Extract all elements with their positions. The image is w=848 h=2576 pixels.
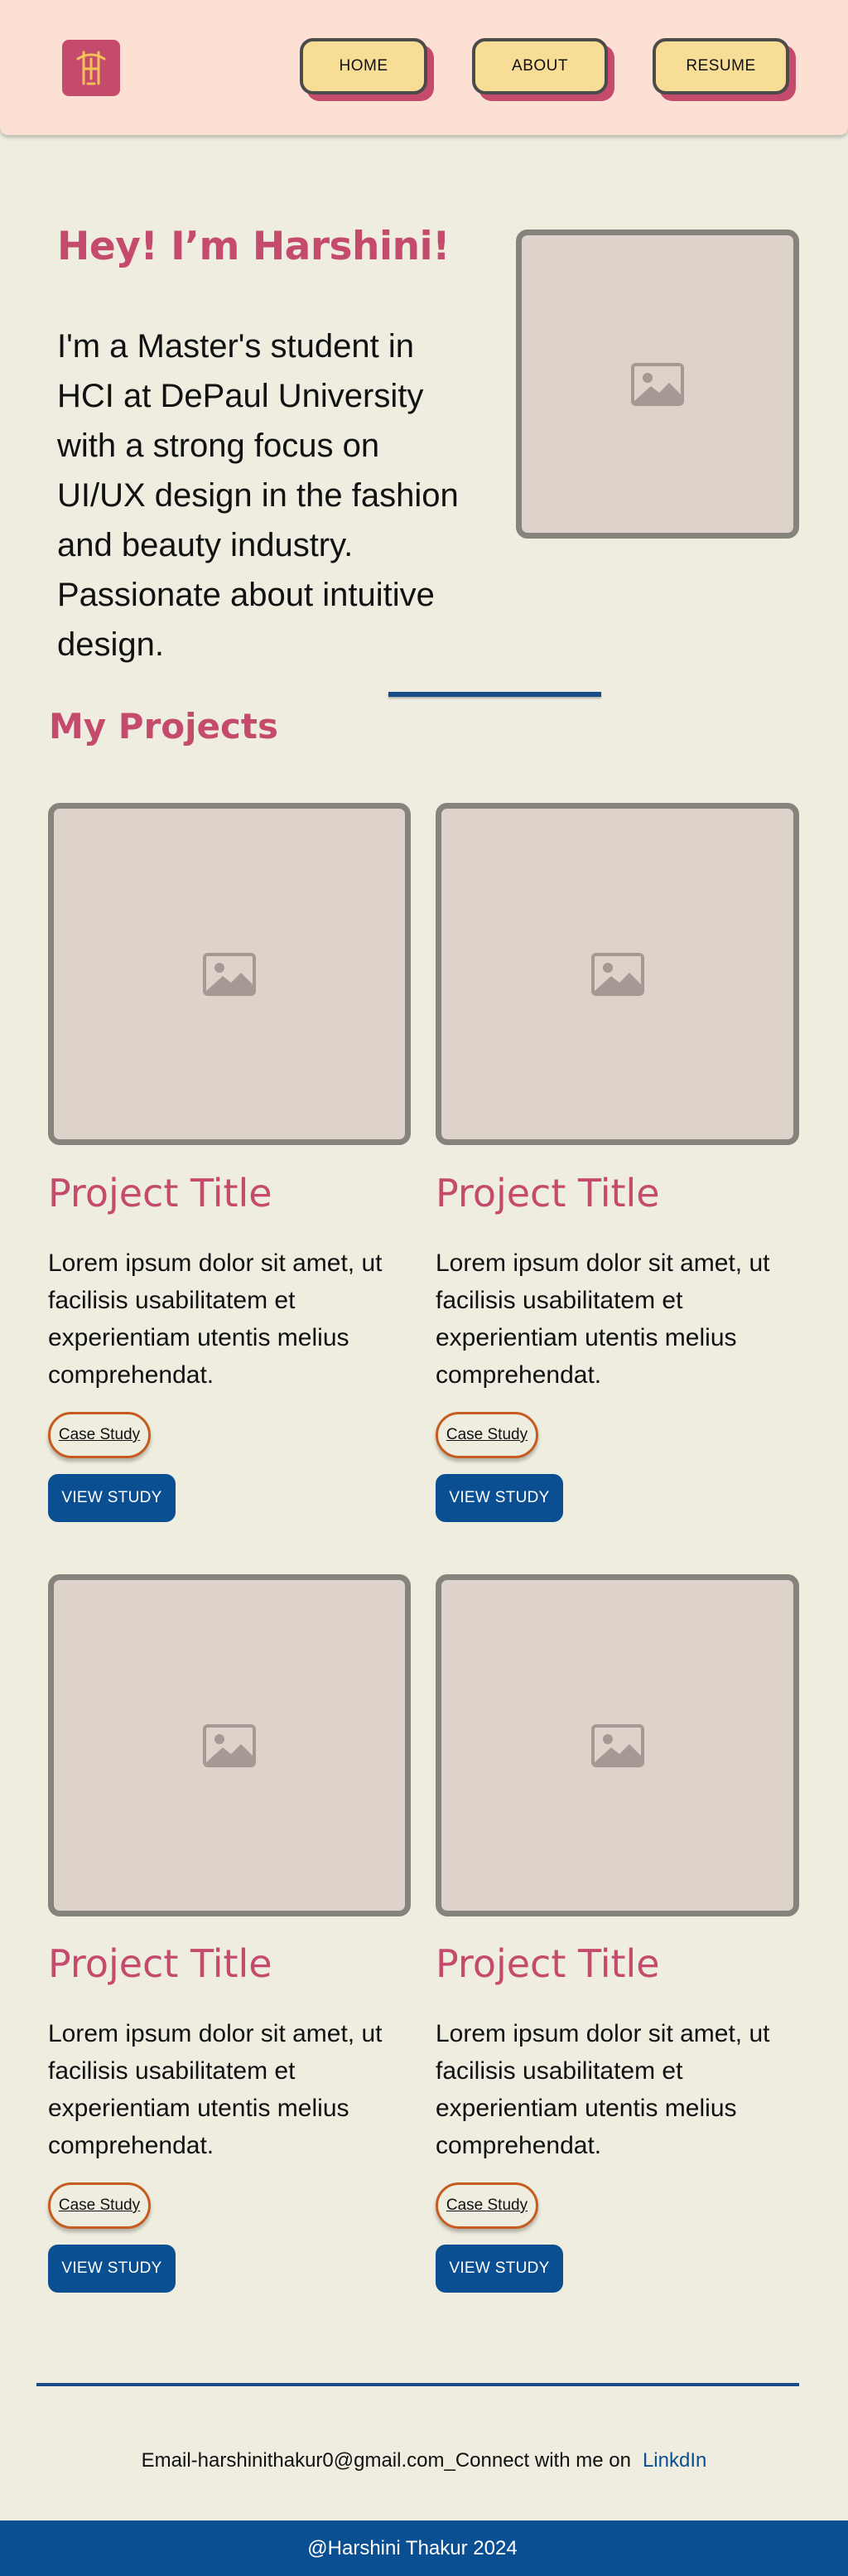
view-study-button[interactable]: VIEW STUDY [436, 1474, 563, 1522]
monogram-logo-icon [76, 51, 106, 85]
section-divider [388, 692, 601, 697]
project-description: Lorem ipsum dolor sit amet, ut facilisis… [48, 1249, 383, 1389]
logo[interactable] [62, 40, 120, 96]
hero-intro-text: I'm a Master's student in HCI at DePaul … [57, 328, 459, 663]
projects-section-title: My Projects [49, 706, 278, 747]
project-title: Project Title [436, 1171, 660, 1216]
contact-text: Email-harshinithakur0@gmail.com_Connect … [141, 2449, 631, 2472]
contact-line: Email-harshinithakur0@gmail.com_Connect … [0, 2449, 848, 2472]
image-placeholder-icon [203, 952, 256, 996]
project-title: Project Title [48, 1941, 272, 1986]
view-study-button[interactable]: VIEW STUDY [48, 1474, 176, 1522]
site-header: HOME ABOUT RESUME [0, 0, 848, 135]
project-description: Lorem ipsum dolor sit amet, ut facilisis… [48, 2020, 383, 2159]
project-image[interactable] [48, 803, 411, 1145]
view-study-button[interactable]: VIEW STUDY [48, 2245, 176, 2293]
image-placeholder-icon [631, 362, 684, 406]
nav-resume-button[interactable]: RESUME [653, 38, 789, 94]
project-title: Project Title [48, 1171, 272, 1216]
footer-divider [36, 2383, 799, 2386]
project-description: Lorem ipsum dolor sit amet, ut facilisis… [436, 1249, 770, 1389]
site-footer: @Harshini Thakur 2024 [0, 2520, 848, 2576]
project-image[interactable] [48, 1574, 411, 1916]
footer-copyright: @Harshini Thakur 2024 [307, 2536, 518, 2559]
profile-image [516, 230, 799, 539]
hero-title: Hey! I’m Harshini! [57, 224, 450, 269]
case-study-link[interactable]: Case Study [436, 2182, 538, 2229]
linkedin-link[interactable]: LinkdIn [643, 2449, 706, 2472]
image-placeholder-icon [203, 1723, 256, 1767]
case-study-link[interactable]: Case Study [48, 2182, 151, 2229]
image-placeholder-icon [590, 952, 644, 996]
case-study-link[interactable]: Case Study [436, 1412, 538, 1458]
nav-home-button[interactable]: HOME [300, 38, 427, 94]
view-study-button[interactable]: VIEW STUDY [436, 2245, 563, 2293]
case-study-link[interactable]: Case Study [48, 1412, 151, 1458]
nav-about-button[interactable]: ABOUT [472, 38, 608, 94]
project-image[interactable] [436, 803, 799, 1145]
image-placeholder-icon [590, 1723, 644, 1767]
project-title: Project Title [436, 1941, 660, 1986]
project-description: Lorem ipsum dolor sit amet, ut facilisis… [436, 2020, 770, 2159]
project-image[interactable] [436, 1574, 799, 1916]
